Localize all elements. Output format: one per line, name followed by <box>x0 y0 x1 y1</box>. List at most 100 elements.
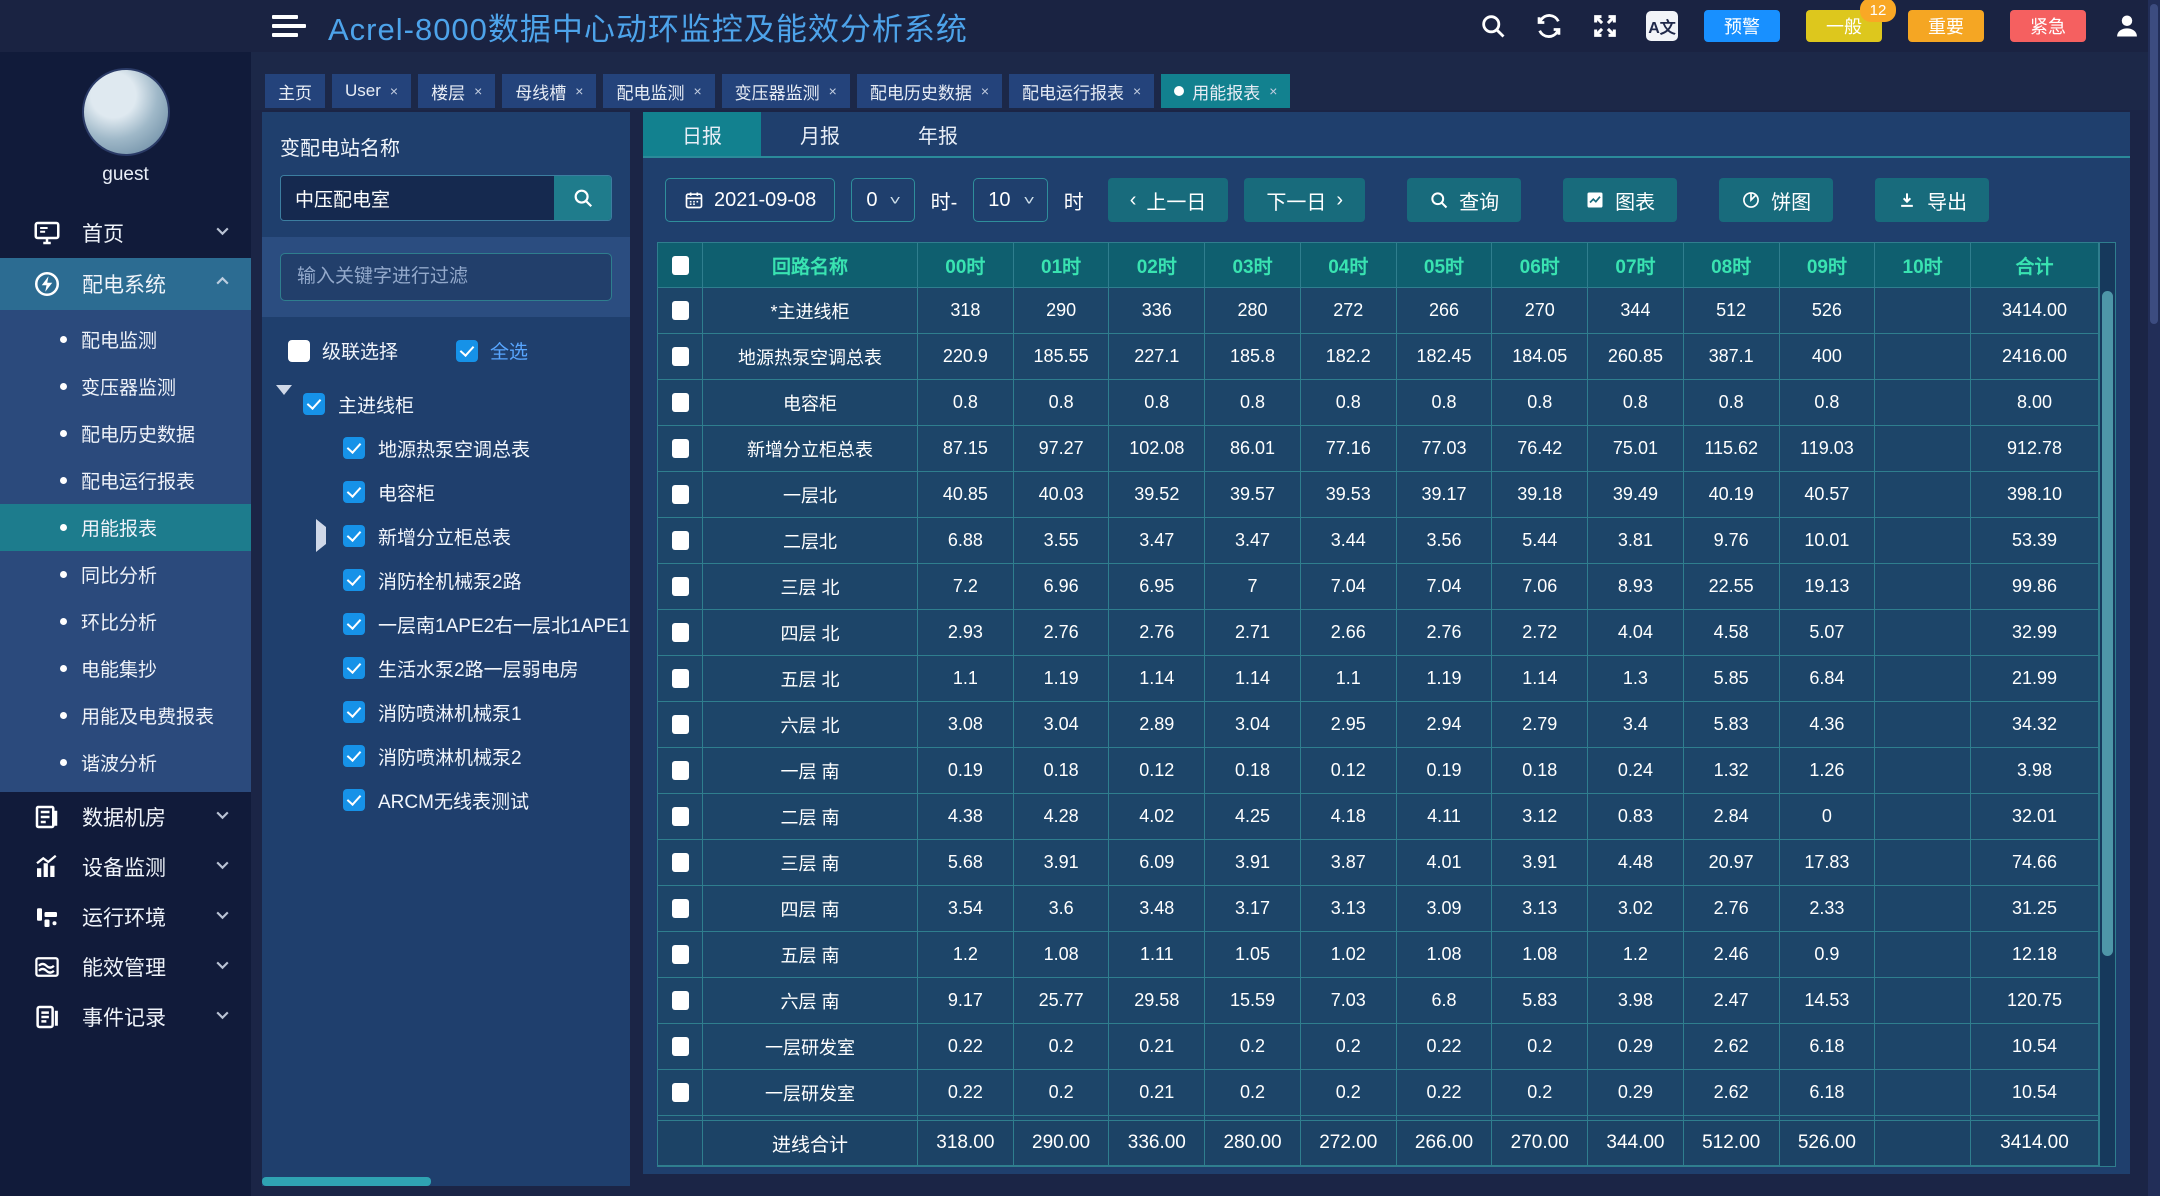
cascade-checkbox[interactable] <box>288 340 310 362</box>
sidebar-item-用能报表[interactable]: 用能报表 <box>0 504 251 551</box>
row-checkbox[interactable] <box>672 623 689 642</box>
select-all-rows-checkbox[interactable] <box>672 256 689 275</box>
tree-node-主进线柜[interactable]: 主进线柜 <box>276 382 620 426</box>
row-checkbox[interactable] <box>672 945 689 964</box>
tree-node-checkbox[interactable] <box>343 657 365 679</box>
tab-母线槽[interactable]: 母线槽× <box>502 74 596 108</box>
row-checkbox[interactable] <box>672 669 689 688</box>
export-button[interactable]: 导出 <box>1875 178 1989 222</box>
row-checkbox[interactable] <box>672 1083 689 1102</box>
tree-node-电容柜[interactable]: 电容柜 <box>276 470 620 514</box>
important-badge[interactable]: 重要 <box>1908 10 1984 42</box>
refresh-icon[interactable] <box>1534 11 1564 41</box>
close-icon[interactable]: × <box>1133 83 1141 99</box>
row-checkbox[interactable] <box>672 439 689 458</box>
tree-node-消防喷淋机械泵2[interactable]: 消防喷淋机械泵2 <box>276 734 620 778</box>
sidebar-item-谐波分析[interactable]: 谐波分析 <box>0 739 251 786</box>
tree-node-checkbox[interactable] <box>343 525 365 547</box>
tab-变压器监测[interactable]: 变压器监测× <box>722 74 850 108</box>
tree-node-checkbox[interactable] <box>343 745 365 767</box>
page-scrollbar[interactable] <box>2148 0 2160 1196</box>
row-checkbox[interactable] <box>672 301 689 320</box>
tree-node-消防喷淋机械泵1[interactable]: 消防喷淋机械泵1 <box>276 690 620 734</box>
avatar[interactable] <box>82 68 170 156</box>
tab-楼层[interactable]: 楼层× <box>418 74 495 108</box>
expander-down-icon[interactable] <box>276 395 290 413</box>
prev-day-button[interactable]: ‹上一日 <box>1108 178 1229 222</box>
sidebar-item-数据机房[interactable]: 数据机房 <box>0 792 251 842</box>
tree-node-checkbox[interactable] <box>343 437 365 459</box>
urgent-badge[interactable]: 紧急 <box>2010 10 2086 42</box>
hour-to-select[interactable]: 10˅ <box>973 178 1047 222</box>
row-checkbox[interactable] <box>672 715 689 734</box>
menu-collapse-icon[interactable] <box>272 11 306 41</box>
sidebar-item-配电运行报表[interactable]: 配电运行报表 <box>0 457 251 504</box>
row-checkbox[interactable] <box>672 531 689 550</box>
report-tab-日报[interactable]: 日报 <box>643 112 761 156</box>
report-tab-年报[interactable]: 年报 <box>879 112 997 156</box>
search-icon[interactable] <box>1478 11 1508 41</box>
report-tab-月报[interactable]: 月报 <box>761 112 879 156</box>
row-checkbox[interactable] <box>672 577 689 596</box>
sidebar-item-运行环境[interactable]: 运行环境 <box>0 892 251 942</box>
sidebar-item-配电监测[interactable]: 配电监测 <box>0 316 251 363</box>
sidebar-item-配电系统[interactable]: 配电系统 <box>0 258 251 310</box>
warning-badge[interactable]: 预警 <box>1704 10 1780 42</box>
sidebar-item-配电历史数据[interactable]: 配电历史数据 <box>0 410 251 457</box>
row-checkbox[interactable] <box>672 853 689 872</box>
tab-配电监测[interactable]: 配电监测× <box>603 74 714 108</box>
expander-right-icon[interactable] <box>316 527 330 545</box>
row-checkbox[interactable] <box>672 347 689 366</box>
query-button[interactable]: 查询 <box>1407 178 1521 222</box>
row-checkbox[interactable] <box>672 807 689 826</box>
close-icon[interactable]: × <box>1269 83 1277 99</box>
tree-node-checkbox[interactable] <box>343 481 365 503</box>
general-badge[interactable]: 一般 12 <box>1806 10 1882 42</box>
tree-node-消防栓机械泵2路[interactable]: 消防栓机械泵2路 <box>276 558 620 602</box>
tab-User[interactable]: User× <box>332 74 411 108</box>
row-checkbox[interactable] <box>672 991 689 1010</box>
pie-button[interactable]: 饼图 <box>1719 178 1833 222</box>
tree-node-checkbox[interactable] <box>343 569 365 591</box>
tab-用能报表[interactable]: 用能报表× <box>1161 74 1290 108</box>
sidebar-item-能效管理[interactable]: 能效管理 <box>0 942 251 992</box>
sidebar-item-首页[interactable]: 首页 <box>0 208 251 258</box>
chart-button[interactable]: 图表 <box>1563 178 1677 222</box>
tree-node-生活水泵2路一层弱电房[interactable]: 生活水泵2路一层弱电房 <box>276 646 620 690</box>
sidebar-item-环比分析[interactable]: 环比分析 <box>0 598 251 645</box>
fullscreen-icon[interactable] <box>1590 11 1620 41</box>
tree-node-一层南1APE2右一层北1APE1左[interactable]: 一层南1APE2右一层北1APE1左 <box>276 602 620 646</box>
select-all-label[interactable]: 全选 <box>490 337 528 364</box>
sidebar-item-事件记录[interactable]: 事件记录 <box>0 992 251 1042</box>
tab-配电历史数据[interactable]: 配电历史数据× <box>857 74 1002 108</box>
tree-node-checkbox[interactable] <box>343 613 365 635</box>
close-icon[interactable]: × <box>575 83 583 99</box>
sidebar-item-用能及电费报表[interactable]: 用能及电费报表 <box>0 692 251 739</box>
station-search-button[interactable] <box>554 176 611 220</box>
tree-horizontal-scrollbar[interactable] <box>262 1177 431 1186</box>
tab-主页[interactable]: 主页 <box>265 74 325 108</box>
tree-node-地源热泵空调总表[interactable]: 地源热泵空调总表 <box>276 426 620 470</box>
sidebar-item-电能集抄[interactable]: 电能集抄 <box>0 645 251 692</box>
row-checkbox[interactable] <box>672 1037 689 1056</box>
sidebar-item-同比分析[interactable]: 同比分析 <box>0 551 251 598</box>
tab-配电运行报表[interactable]: 配电运行报表× <box>1009 74 1154 108</box>
row-checkbox[interactable] <box>672 485 689 504</box>
row-checkbox[interactable] <box>672 393 689 412</box>
translate-icon[interactable]: A文 <box>1646 11 1678 41</box>
row-checkbox[interactable] <box>672 899 689 918</box>
tree-node-checkbox[interactable] <box>303 393 325 415</box>
hour-from-select[interactable]: 0˅ <box>851 178 914 222</box>
sidebar-item-设备监测[interactable]: 设备监测 <box>0 842 251 892</box>
tree-node-ARCM无线表测试[interactable]: ARCM无线表测试 <box>276 778 620 822</box>
close-icon[interactable]: × <box>829 83 837 99</box>
tree-node-新增分立柜总表[interactable]: 新增分立柜总表 <box>276 514 620 558</box>
close-icon[interactable]: × <box>981 83 989 99</box>
close-icon[interactable]: × <box>390 83 398 99</box>
sidebar-item-变压器监测[interactable]: 变压器监测 <box>0 363 251 410</box>
next-day-button[interactable]: 下一日› <box>1244 178 1365 222</box>
user-icon[interactable] <box>2112 11 2142 41</box>
tree-node-checkbox[interactable] <box>343 701 365 723</box>
date-picker[interactable]: 2021-09-08 <box>665 178 835 222</box>
tree-node-checkbox[interactable] <box>343 789 365 811</box>
